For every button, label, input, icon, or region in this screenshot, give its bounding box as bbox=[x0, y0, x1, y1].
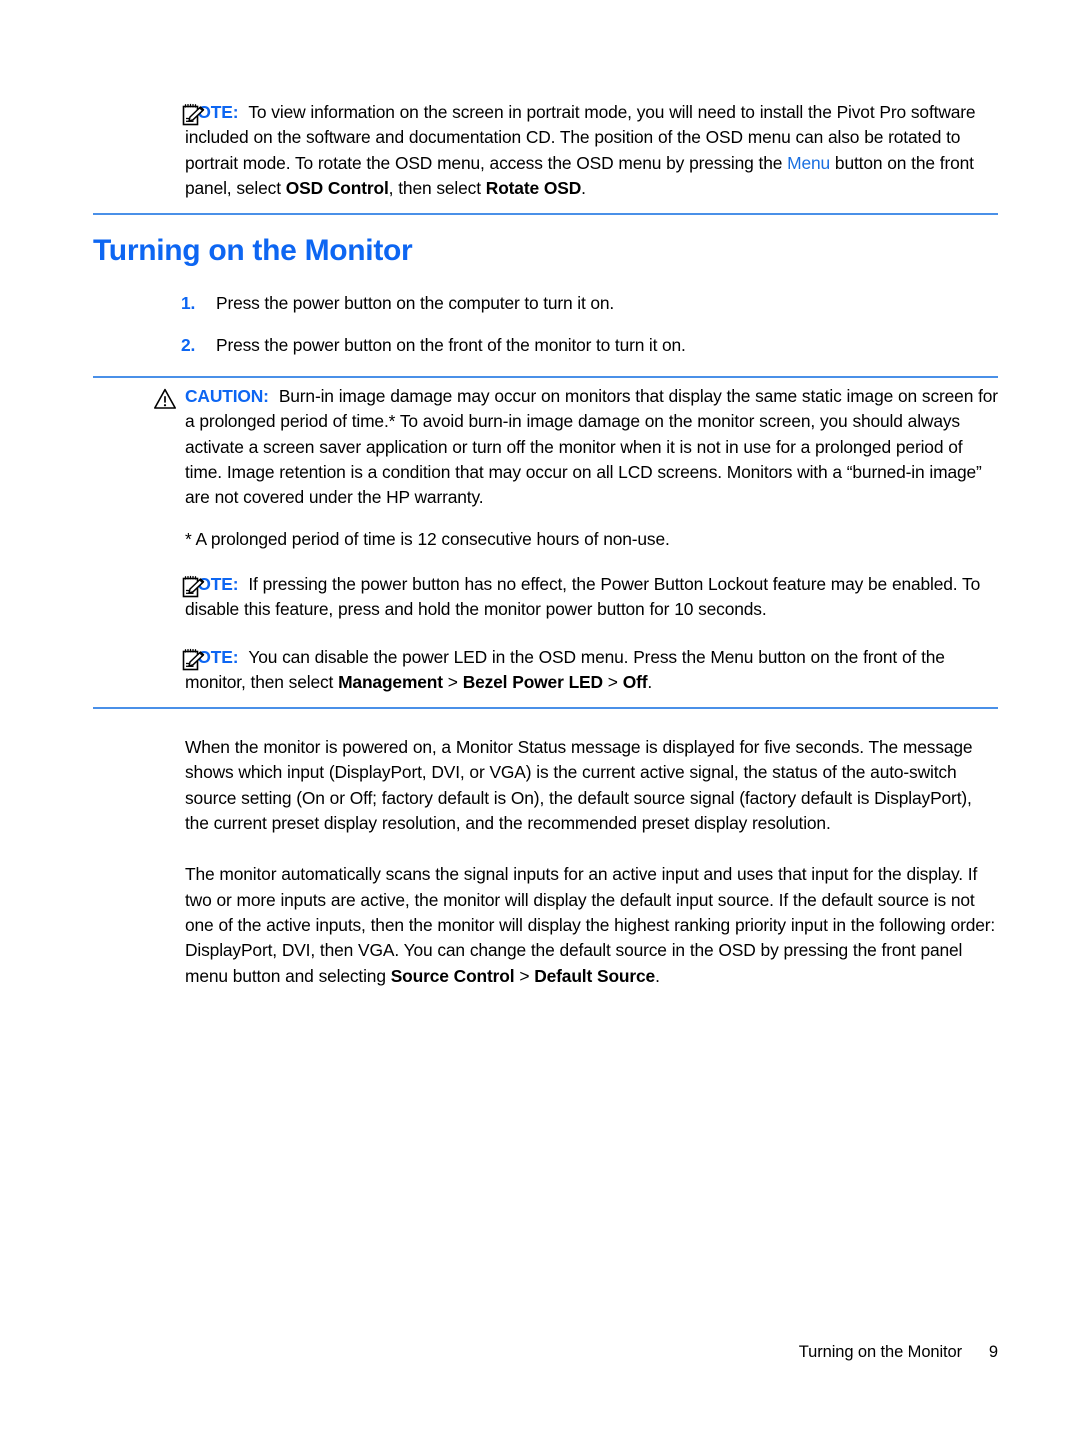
note-block-1: NOTE: To view information on the screen i… bbox=[93, 100, 998, 201]
footer-section-title: Turning on the Monitor bbox=[798, 1343, 962, 1361]
footer-page-number: 9 bbox=[988, 1343, 998, 1361]
step-text: Press the power button on the front of t… bbox=[216, 335, 686, 356]
note-sep-1: > bbox=[442, 671, 463, 692]
document-page: NOTE: To view information on the screen i… bbox=[0, 0, 1080, 1437]
note-text-1d: . bbox=[581, 177, 586, 198]
paragraph-bold-default-source: Default Source bbox=[534, 965, 656, 986]
list-item: 2. Press the power button on the front o… bbox=[93, 333, 998, 358]
paragraph-bold-source-control: Source Control bbox=[390, 965, 515, 986]
step-text: Press the power button on the computer t… bbox=[216, 293, 615, 314]
note-sep-2: > bbox=[602, 671, 623, 692]
paragraph-monitor-status: When the monitor is powered on, a Monito… bbox=[185, 737, 973, 834]
step-number: 1. bbox=[181, 293, 196, 314]
note-pad-pencil-icon bbox=[181, 574, 207, 600]
note-text-3b: . bbox=[647, 671, 653, 692]
caution-label: CAUTION: bbox=[185, 386, 269, 407]
caution-block: CAUTION: Burn-in image damage may occur o… bbox=[93, 384, 998, 510]
footnote-text: * A prolonged period of time is 12 conse… bbox=[185, 528, 670, 549]
page-content: NOTE: To view information on the screen i… bbox=[93, 100, 998, 989]
note-bold-rotate-osd: Rotate OSD bbox=[485, 177, 582, 198]
note-block-2: NOTE: If pressing the power button has no… bbox=[93, 572, 998, 623]
caution-text: Burn-in image damage may occur on monito… bbox=[185, 386, 998, 508]
list-item: 1. Press the power button on the compute… bbox=[93, 291, 998, 316]
paragraph-2-sep: > bbox=[514, 965, 535, 986]
warning-triangle-icon bbox=[153, 387, 177, 411]
page-footer: Turning on the Monitor 9 bbox=[93, 1343, 998, 1362]
note-bold-bezel-power-led: Bezel Power LED bbox=[462, 671, 603, 692]
divider-before-caution bbox=[93, 376, 998, 379]
note-block-1-text: NOTE: To view information on the screen i… bbox=[185, 100, 998, 201]
step-number: 2. bbox=[181, 335, 196, 356]
caution-block-text: CAUTION: Burn-in image damage may occur o… bbox=[185, 384, 998, 510]
page-title: Turning on the Monitor bbox=[93, 234, 413, 268]
paragraph-input-scanning: The monitor automatically scans the sign… bbox=[93, 862, 998, 988]
note-block-3-text: NOTE: You can disable the power LED in th… bbox=[185, 645, 998, 696]
note-pad-pencil-icon bbox=[181, 647, 207, 673]
note-block-2-text: NOTE: If pressing the power button has no… bbox=[185, 572, 998, 623]
note-pad-pencil-icon bbox=[181, 102, 207, 128]
note-bold-osd-control: OSD Control bbox=[285, 177, 389, 198]
ordered-steps-list: 1. Press the power button on the compute… bbox=[93, 291, 998, 358]
note-block-3: NOTE: You can disable the power LED in th… bbox=[93, 645, 998, 696]
note-text-1c: , then select bbox=[388, 177, 486, 198]
menu-xref-link[interactable]: Menu bbox=[787, 153, 830, 173]
note-bold-off: Off bbox=[622, 671, 648, 692]
note-text-2: If pressing the power button has no effe… bbox=[185, 573, 981, 620]
note-bold-management: Management bbox=[338, 671, 443, 692]
paragraph-2-text-b: . bbox=[655, 965, 660, 986]
